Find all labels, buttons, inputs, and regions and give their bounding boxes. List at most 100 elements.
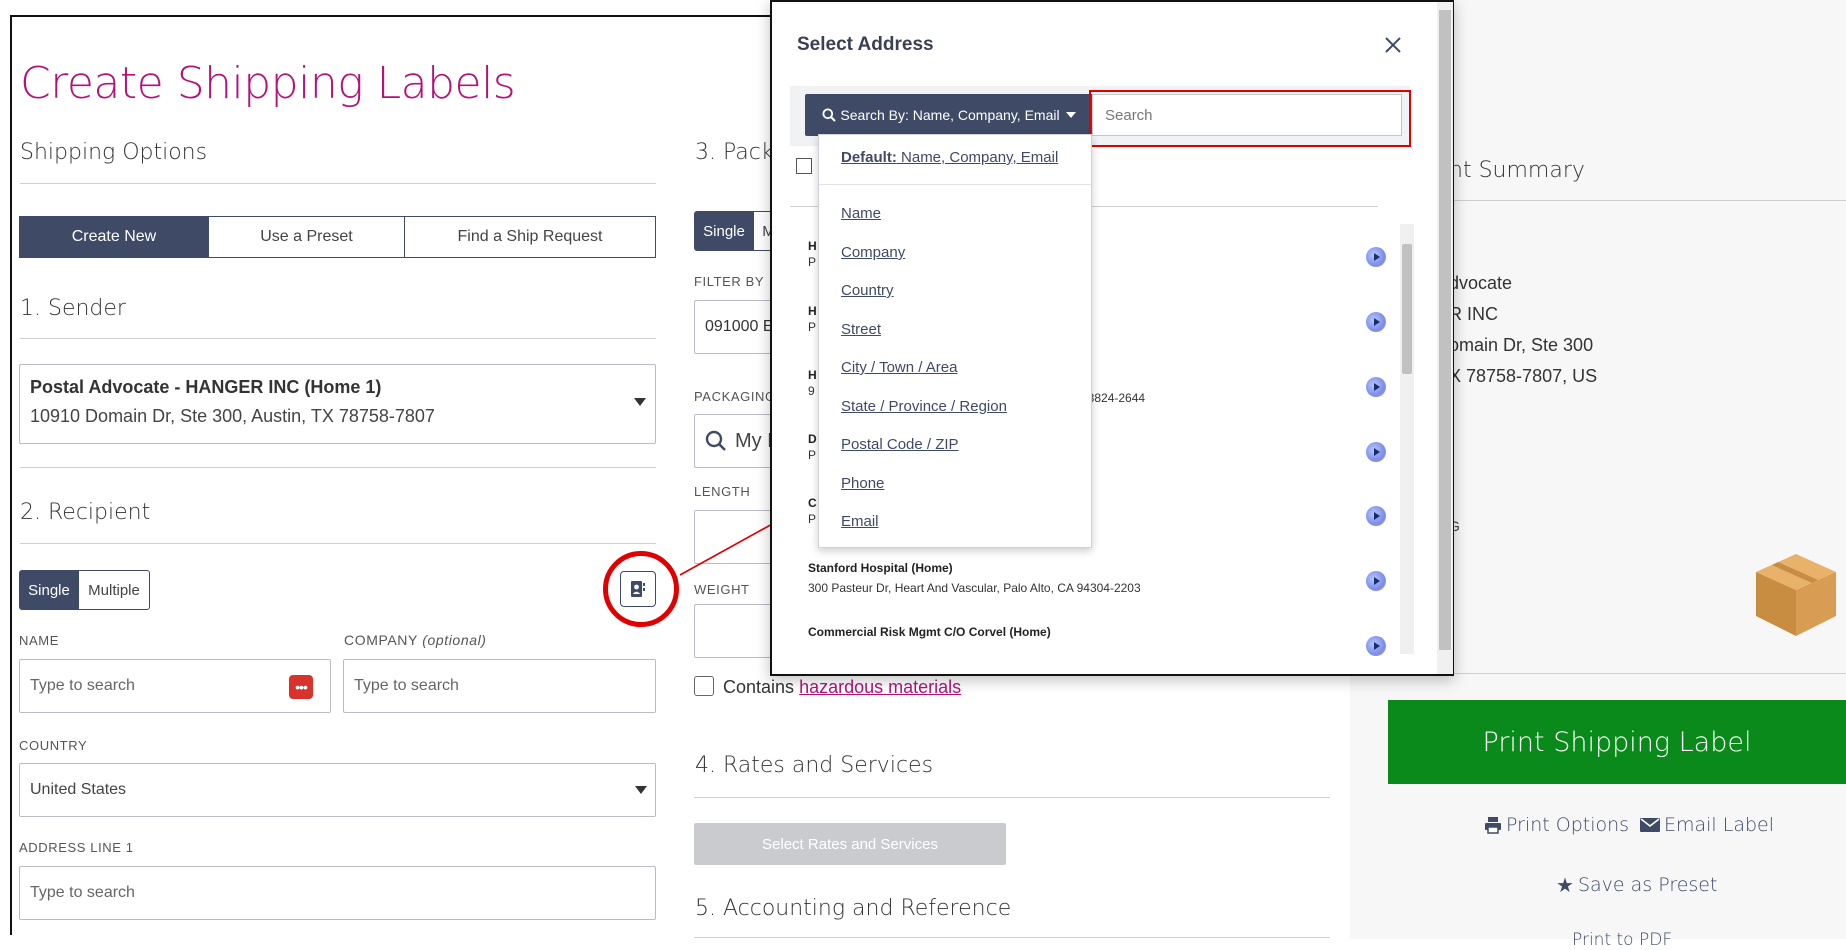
address-line1-label: ADDRESS LINE 1 [19, 840, 134, 855]
package-box-icon [1756, 554, 1836, 636]
recipient-name-input[interactable]: Type to search ••• [19, 659, 331, 713]
divider [20, 183, 656, 184]
row-address: P [808, 320, 817, 334]
length-label: LENGTH [694, 484, 751, 499]
select-address-icon[interactable] [1366, 377, 1386, 397]
select-address-icon[interactable] [1366, 442, 1386, 462]
list-item[interactable]: DP [808, 432, 817, 462]
chevron-down-icon [635, 786, 647, 794]
list-item[interactable]: Stanford Hospital (Home) 300 Pasteur Dr, … [808, 561, 1141, 595]
search-by-label: Search By: Name, Company, Email [840, 107, 1060, 123]
hazard-checkbox[interactable] [694, 676, 714, 696]
sender-select[interactable]: Postal Advocate - HANGER INC (Home 1) 10… [19, 364, 656, 444]
row-title: H [808, 239, 817, 253]
hazard-text: Contains hazardous materials [723, 677, 961, 698]
search-by-menu: Default: Name, Company, Email Name Compa… [818, 134, 1092, 548]
menu-item-country[interactable]: Country [841, 282, 894, 299]
search-highlight-box [1089, 90, 1411, 147]
divider [1449, 200, 1846, 201]
tab-find-ship-request[interactable]: Find a Ship Request [405, 217, 655, 257]
select-rates-button[interactable]: Select Rates and Services [694, 823, 1006, 865]
list-item[interactable]: H9 [808, 368, 817, 398]
list-item[interactable]: HP [808, 239, 817, 269]
menu-item-state[interactable]: State / Province / Region [841, 398, 1007, 415]
recipient-multiple-button[interactable]: Multiple [79, 571, 149, 609]
chevron-down-icon [634, 398, 646, 406]
modal-title: Select Address [797, 34, 934, 55]
row-title: C [808, 496, 817, 510]
list-scrollbar[interactable] [1400, 224, 1414, 654]
country-select[interactable]: United States [19, 763, 656, 817]
shipping-options-heading: Shipping Options [20, 140, 208, 165]
country-value: United States [30, 781, 127, 798]
select-address-icon[interactable] [1366, 247, 1386, 267]
select-address-icon[interactable] [1366, 506, 1386, 526]
row-title: H [808, 368, 817, 382]
rates-heading: 4. Rates and Services [695, 753, 934, 778]
list-scrollbar-thumb[interactable] [1402, 244, 1412, 374]
row-title: H [808, 304, 817, 318]
menu-item-company[interactable]: Company [841, 244, 905, 261]
divider [694, 937, 1330, 938]
sender-name: Postal Advocate - HANGER INC (Home 1) [30, 377, 382, 397]
row-title: D [808, 432, 817, 446]
summary-line: dvocate [1449, 273, 1513, 293]
sender-heading: 1. Sender [20, 296, 126, 321]
package-single-button[interactable]: Single [695, 212, 754, 250]
print-shipping-label-button[interactable]: Print Shipping Label [1388, 700, 1846, 784]
print-to-pdf-link[interactable]: Print to PDF [1572, 930, 1672, 950]
password-manager-icon[interactable]: ••• [289, 675, 313, 699]
recipient-single-button[interactable]: Single [20, 571, 79, 609]
row-address: 300 Pasteur Dr, Heart And Vascular, Palo… [808, 581, 1141, 595]
save-as-preset-link[interactable]: ★ Save as Preset [1556, 873, 1717, 897]
default-value: Name, Company, Email [901, 149, 1059, 166]
shipping-options-tabs: Create New Use a Preset Find a Ship Requ… [19, 216, 656, 258]
select-address-icon[interactable] [1366, 571, 1386, 591]
print-options-label: Print Options [1506, 814, 1630, 836]
save-as-preset-label: Save as Preset [1577, 874, 1718, 896]
recipient-company-placeholder: Type to search [354, 677, 459, 694]
default-label: Default: [841, 149, 897, 166]
address-line1-placeholder: Type to search [30, 884, 135, 901]
row-title: Commercial Risk Mgmt C/O Corvel (Home) [808, 625, 1051, 639]
divider [20, 338, 656, 339]
divider [20, 543, 656, 544]
tab-create-new[interactable]: Create New [20, 217, 209, 257]
star-icon: ★ [1556, 873, 1574, 897]
select-address-icon[interactable] [1366, 312, 1386, 332]
menu-item-city[interactable]: City / Town / Area [841, 359, 957, 376]
row-address: P [808, 512, 817, 526]
search-by-dropdown-button[interactable]: Search By: Name, Company, Email [805, 94, 1093, 136]
modal-scrollbar-thumb[interactable] [1439, 10, 1451, 650]
print-options-link[interactable]: Print Options [1484, 814, 1629, 836]
page-title: Create Shipping Labels [20, 58, 516, 109]
tab-use-a-preset[interactable]: Use a Preset [209, 217, 405, 257]
list-item[interactable]: Commercial Risk Mgmt C/O Corvel (Home) [808, 625, 1051, 639]
row-title: Stanford Hospital (Home) [808, 561, 953, 575]
search-icon [705, 430, 726, 451]
summary-line: omain Dr, Ste 300 [1449, 335, 1594, 355]
summary-heading: nt Summary [1449, 158, 1585, 183]
select-all-checkbox[interactable] [796, 158, 812, 174]
menu-item-postal-code[interactable]: Postal Code / ZIP [841, 436, 959, 453]
menu-item-email[interactable]: Email [841, 513, 879, 530]
modal-scrollbar[interactable] [1437, 2, 1453, 674]
menu-item-name[interactable]: Name [841, 205, 881, 222]
address-line1-input[interactable]: Type to search [19, 866, 656, 920]
recipient-mode-toggle: Single Multiple [19, 570, 150, 610]
list-item[interactable]: HP [808, 304, 817, 334]
printer-icon [1485, 817, 1501, 834]
select-address-icon[interactable] [1366, 636, 1386, 656]
row-address: P [808, 448, 817, 462]
email-label-text: Email Label [1664, 814, 1775, 836]
menu-item-street[interactable]: Street [841, 321, 881, 338]
summary-sender: dvocate R INC omain Dr, Ste 300 X 78758-… [1449, 268, 1597, 392]
list-item[interactable]: CP [808, 496, 817, 526]
menu-item-phone[interactable]: Phone [841, 475, 884, 492]
hazardous-materials-link[interactable]: hazardous materials [799, 677, 961, 697]
close-icon[interactable] [1384, 36, 1402, 54]
menu-item-default[interactable]: Default: Name, Company, Email [841, 149, 1058, 166]
recipient-company-input[interactable]: Type to search [343, 659, 656, 713]
summary-line: X 78758-7807, US [1449, 366, 1598, 386]
email-label-link[interactable]: Email Label [1640, 814, 1774, 836]
